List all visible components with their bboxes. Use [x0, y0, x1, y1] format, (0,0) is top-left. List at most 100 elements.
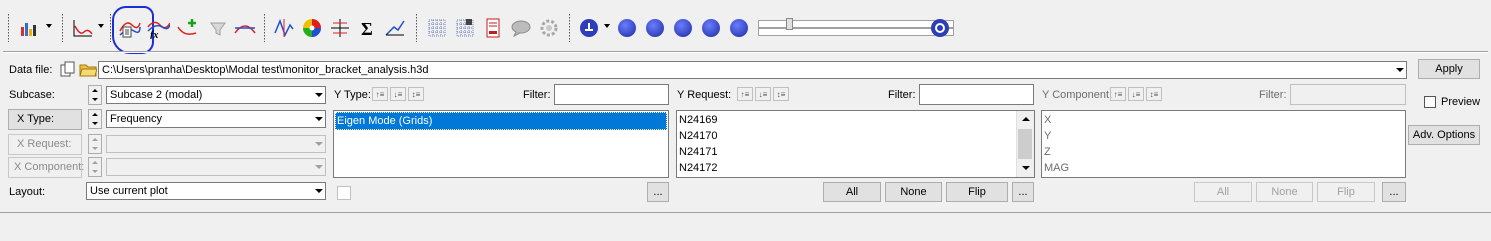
xcomponent-button[interactable]: X Component: [8, 157, 84, 178]
ytype-sort-icons[interactable]: ↑≡ ↓≡ ↕≡ [372, 87, 424, 101]
yrequest-all-button[interactable]: All [823, 182, 881, 202]
list-item[interactable]: Z [1044, 144, 1051, 160]
table-grid-icon[interactable] [453, 16, 477, 40]
sort-descending-icon[interactable]: ↓≡ [390, 87, 406, 101]
rewind-icon[interactable] [646, 19, 664, 37]
yrequest-list[interactable]: N24169 N24170 N24171 N24172 [676, 110, 1035, 178]
ycomponent-all-button[interactable]: All [1194, 182, 1252, 202]
ytype-filter-input[interactable] [554, 84, 669, 105]
peak-icon[interactable] [272, 16, 296, 40]
subcase-spinner[interactable] [88, 85, 102, 105]
ycomponent-filter-input[interactable] [1290, 84, 1406, 105]
xcomponent-combo[interactable] [106, 158, 326, 176]
animation-slider[interactable] [758, 18, 954, 36]
scroll-down-icon[interactable] [1017, 160, 1034, 177]
report-icon[interactable] [481, 16, 505, 40]
apply-button[interactable]: Apply [1418, 59, 1480, 79]
sort-descending-icon[interactable]: ↓≡ [1128, 87, 1144, 101]
ytype-checkbox[interactable] [337, 186, 351, 200]
yrequest-sort-icons[interactable]: ↑≡ ↓≡ ↕≡ [737, 87, 789, 101]
sort-ascending-icon[interactable]: ↑≡ [372, 87, 388, 101]
ycomponent-more-button[interactable]: ... [1382, 182, 1406, 202]
subcase-value: Subcase 2 (modal) [110, 89, 203, 101]
ycomponent-none-button[interactable]: None [1256, 182, 1313, 202]
add-curve-icon[interactable] [176, 16, 200, 40]
axis-icon[interactable] [328, 16, 352, 40]
yrequest-scrollbar[interactable] [1016, 111, 1034, 177]
list-item[interactable]: MAG [1044, 160, 1069, 176]
xrequest-combo[interactable] [106, 135, 326, 153]
data-file-path: C:\Users\pranha\Desktop\Modal test\monit… [102, 64, 429, 76]
toolbar-separator [569, 14, 571, 42]
list-item[interactable]: X [1044, 112, 1051, 128]
ytype-more-button[interactable]: ... [647, 182, 669, 202]
copy-file-icon[interactable] [60, 61, 76, 77]
yrequest-filter-input[interactable] [919, 84, 1034, 105]
ycomponent-flip-button[interactable]: Flip [1317, 182, 1375, 202]
sigma-icon[interactable]: Σ [356, 16, 380, 40]
layout-combo[interactable]: Use current plot [86, 182, 326, 200]
xtype-spinner[interactable] [88, 109, 102, 129]
list-item[interactable]: N24172 [679, 160, 718, 176]
play-icon[interactable] [674, 19, 692, 37]
preview-checkbox[interactable] [1424, 96, 1436, 108]
ycomponent-list[interactable]: X Y Z MAG [1041, 110, 1406, 178]
sort-ascending-icon[interactable]: ↑≡ [737, 87, 753, 101]
step-icon[interactable] [577, 16, 601, 40]
yrequest-none-button[interactable]: None [885, 182, 942, 202]
chevron-down-icon [315, 93, 323, 97]
list-item[interactable]: Eigen Mode (Grids) [335, 112, 667, 130]
subcase-combo[interactable]: Subcase 2 (modal) [106, 86, 326, 104]
data-file-label: Data file: [9, 64, 53, 76]
forward-icon[interactable] [702, 19, 720, 37]
line-plot-icon[interactable] [71, 16, 95, 40]
last-icon[interactable] [730, 19, 748, 37]
filter-curve-icon[interactable] [206, 16, 230, 40]
chevron-down-icon[interactable] [46, 24, 52, 28]
bar-chart-icon[interactable] [17, 16, 41, 40]
list-item[interactable]: Y [1044, 128, 1051, 144]
ytype-list[interactable]: Eigen Mode (Grids) [333, 110, 669, 178]
ycomponent-sort-icons[interactable]: ↑≡ ↓≡ ↕≡ [1110, 87, 1162, 101]
xrequest-button[interactable]: X Request: [8, 134, 82, 155]
yrequest-flip-button[interactable]: Flip [946, 182, 1008, 202]
settings-icon[interactable] [537, 16, 561, 40]
sort-natural-icon[interactable]: ↕≡ [773, 87, 789, 101]
chevron-down-icon [315, 165, 323, 169]
data-file-combo[interactable]: C:\Users\pranha\Desktop\Modal test\monit… [98, 61, 1407, 79]
sort-natural-icon[interactable]: ↕≡ [408, 87, 424, 101]
adv-options-button[interactable]: Adv. Options [1408, 125, 1480, 145]
list-item[interactable]: N24171 [679, 144, 718, 160]
chevron-down-icon [315, 189, 323, 193]
toolbar-separator [416, 14, 418, 42]
yrequest-label: Y Request: [677, 89, 732, 101]
trend-icon[interactable] [383, 16, 407, 40]
xtype-button[interactable]: X Type: [8, 109, 82, 130]
xtype-combo[interactable]: Frequency [106, 110, 326, 128]
scroll-up-icon[interactable] [1017, 111, 1034, 128]
sort-descending-icon[interactable]: ↓≡ [755, 87, 771, 101]
preview-label: Preview [1441, 96, 1481, 108]
comment-icon[interactable] [509, 16, 533, 40]
chevron-down-icon[interactable] [98, 24, 104, 28]
yrequest-more-button[interactable]: ... [1012, 182, 1034, 202]
curve-icon[interactable] [233, 16, 257, 40]
xrequest-spinner[interactable] [88, 134, 102, 154]
chevron-down-icon [1396, 68, 1404, 72]
ytype-label: Y Type: [334, 89, 371, 101]
toolbar-separator [62, 14, 64, 42]
sort-natural-icon[interactable]: ↕≡ [1146, 87, 1162, 101]
open-folder-icon[interactable] [79, 60, 98, 78]
sort-ascending-icon[interactable]: ↑≡ [1110, 87, 1126, 101]
grid-icon[interactable] [425, 16, 449, 40]
chevron-down-icon[interactable] [604, 24, 610, 28]
list-item[interactable]: N24169 [679, 112, 718, 128]
animation-settings-icon[interactable] [928, 16, 952, 40]
scroll-thumb[interactable] [1018, 129, 1032, 159]
first-icon[interactable] [618, 19, 636, 37]
xcomponent-spinner[interactable] [88, 157, 102, 177]
fx-curve-icon[interactable]: fx [146, 16, 170, 40]
yrequest-filter-label: Filter: [888, 89, 916, 101]
list-item[interactable]: N24170 [679, 128, 718, 144]
color-wheel-icon[interactable] [300, 16, 324, 40]
